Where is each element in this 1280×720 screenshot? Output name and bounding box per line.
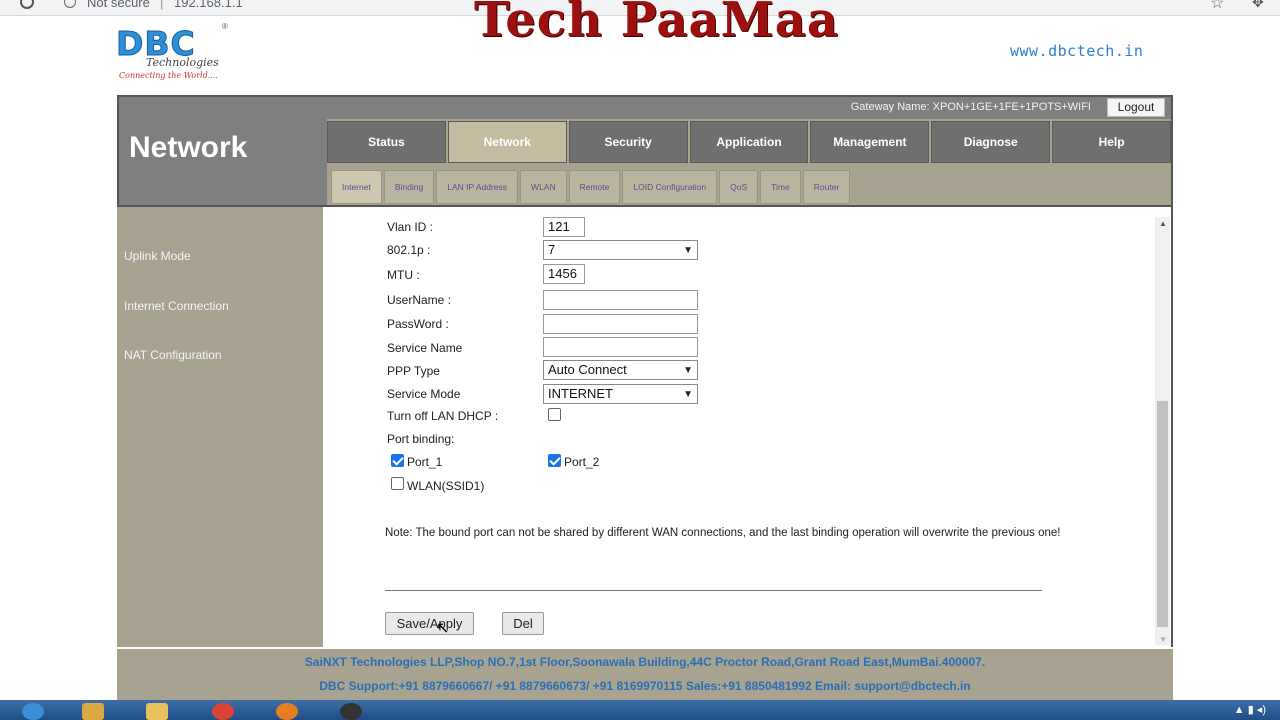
- scroll-down-icon[interactable]: ▼: [1159, 635, 1167, 644]
- scroll-up-icon[interactable]: ▲: [1159, 219, 1167, 228]
- footer: SaiNXT Technologies LLP,Shop NO.7,1st Fl…: [117, 649, 1173, 700]
- subtab-lan-ip-address[interactable]: LAN IP Address: [436, 170, 519, 204]
- 8021p-select[interactable]: 7 ▼: [543, 240, 698, 260]
- service-mode-label: Service Mode: [387, 387, 461, 401]
- service-name-label: Service Name: [387, 341, 463, 355]
- mtu-label: MTU :: [387, 268, 420, 282]
- lan-dhcp-label: Turn off LAN DHCP :: [387, 409, 499, 423]
- extensions-icon[interactable]: ✥: [1252, 0, 1264, 11]
- section-title-box: Network: [119, 97, 327, 205]
- subtab-time[interactable]: Time: [760, 170, 801, 204]
- chrome-icon[interactable]: [212, 703, 234, 720]
- subtab-loid-configuration[interactable]: LOID Configuration: [622, 170, 718, 204]
- tab-management[interactable]: Management: [810, 121, 930, 163]
- subtab-qos[interactable]: QoS: [719, 170, 759, 204]
- 8021p-label: 802.1p :: [387, 243, 431, 257]
- gateway-name: Gateway Name: XPON+1GE+1FE+1POTS+WIFI: [850, 101, 1091, 113]
- port-1-checkbox[interactable]: [391, 454, 404, 467]
- logout-button[interactable]: Logout: [1107, 98, 1165, 117]
- chevron-down-icon: ▼: [683, 245, 693, 256]
- sidebar-item-uplink-mode[interactable]: Uplink Mode: [124, 249, 191, 263]
- taskbar: [0, 700, 1280, 720]
- vlan-id-input[interactable]: 121: [543, 217, 585, 237]
- tab-application[interactable]: Application: [689, 121, 809, 163]
- ie-icon[interactable]: [22, 703, 44, 720]
- address-bar[interactable]: 192.168.1.1: [174, 0, 243, 10]
- subtab-internet[interactable]: Internet: [331, 170, 382, 204]
- lan-dhcp-checkbox[interactable]: [548, 408, 561, 421]
- scroll-thumb[interactable]: [1157, 401, 1168, 627]
- sidebar: Uplink Mode Internet Connection NAT Conf…: [117, 207, 323, 647]
- bookmark-star-icon[interactable]: ☆: [1210, 0, 1224, 13]
- reload-icon[interactable]: [20, 0, 34, 9]
- mtu-input[interactable]: 1456: [543, 264, 585, 284]
- username-input[interactable]: [543, 290, 698, 310]
- sidebar-item-internet-connection[interactable]: Internet Connection: [124, 299, 229, 313]
- password-label: PassWord :: [387, 317, 449, 331]
- sidebar-item-nat-configuration[interactable]: NAT Configuration: [124, 348, 222, 362]
- ppp-type-value: Auto Connect: [548, 362, 627, 377]
- port-2-checkbox[interactable]: [548, 454, 561, 467]
- tab-network[interactable]: Network: [447, 121, 567, 163]
- header-frame: Network Gateway Name: XPON+1GE+1FE+1POTS…: [117, 95, 1173, 207]
- chevron-down-icon: ▼: [683, 365, 693, 376]
- ppp-type-select[interactable]: Auto Connect ▼: [543, 360, 698, 380]
- video-watermark: Tech PaaMaa: [474, 0, 839, 48]
- url-separator: |: [160, 0, 164, 10]
- footer-address: SaiNXT Technologies LLP,Shop NO.7,1st Fl…: [304, 655, 986, 669]
- service-mode-select[interactable]: INTERNET ▼: [543, 384, 698, 404]
- obs-icon[interactable]: [340, 703, 362, 720]
- password-input[interactable]: [543, 314, 698, 334]
- port-2-label: Port_2: [564, 455, 600, 469]
- system-tray-icon[interactable]: ▲ ▮ ◂): [1234, 703, 1266, 716]
- content-area: [323, 207, 1173, 647]
- 8021p-value: 7: [548, 242, 556, 257]
- info-icon[interactable]: [64, 0, 76, 8]
- del-button[interactable]: Del: [502, 612, 544, 635]
- footer-support: DBC Support:+91 8879660667/ +91 88796606…: [319, 679, 971, 693]
- vlan-id-label: Vlan ID :: [387, 220, 434, 234]
- divider: [385, 590, 1042, 591]
- tab-help[interactable]: Help: [1052, 121, 1172, 163]
- sub-nav: Internet Binding LAN IP Address WLAN Remote L…: [331, 170, 851, 204]
- subtab-binding[interactable]: Binding: [383, 170, 435, 204]
- subtab-router[interactable]: Router: [802, 170, 851, 204]
- registered-mark: ®: [222, 22, 228, 31]
- wlan-ssid1-checkbox[interactable]: [391, 477, 404, 490]
- content-scrollbar[interactable]: ▲ ▼: [1155, 217, 1170, 645]
- port-binding-label: Port binding:: [387, 432, 455, 446]
- chevron-down-icon: ▼: [683, 389, 693, 400]
- gateway-strip: Gateway Name: XPON+1GE+1FE+1POTS+WIFI Lo…: [327, 97, 1171, 119]
- username-label: UserName :: [387, 293, 452, 307]
- firefox-icon[interactable]: [276, 703, 298, 720]
- logo-tagline: Connecting the World....: [119, 71, 218, 80]
- service-name-input[interactable]: [543, 337, 698, 357]
- mouse-cursor-icon: ↖: [436, 620, 450, 637]
- website-link[interactable]: www.dbctech.in: [1010, 42, 1143, 60]
- screen: Not secure | 192.168.1.1 ☆ ✥ DBC ® Techn…: [0, 0, 1280, 720]
- subtab-remote[interactable]: Remote: [568, 170, 621, 204]
- wlan-ssid1-label: WLAN(SSID1): [407, 479, 485, 493]
- main-nav: Status Network Security Application Manageme…: [327, 121, 1172, 163]
- tab-diagnose[interactable]: Diagnose: [931, 121, 1051, 163]
- save-apply-button[interactable]: Save/Apply: [385, 612, 474, 635]
- page-title: Network: [129, 131, 248, 164]
- ppp-type-label: PPP Type: [387, 364, 440, 378]
- dbc-logo: DBC ® Technologies Connecting the World.…: [116, 22, 231, 86]
- logo-subtitle: Technologies: [146, 56, 219, 69]
- tab-security[interactable]: Security: [568, 121, 688, 163]
- subtab-wlan[interactable]: WLAN: [520, 170, 567, 204]
- security-label: Not secure: [87, 0, 150, 10]
- tab-status[interactable]: Status: [327, 121, 446, 163]
- service-mode-value: INTERNET: [548, 386, 613, 401]
- media-player-icon[interactable]: [82, 703, 104, 720]
- binding-note: Note: The bound port can not be shared b…: [385, 527, 1061, 539]
- port-1-label: Port_1: [407, 455, 443, 469]
- folder-icon[interactable]: [146, 703, 168, 720]
